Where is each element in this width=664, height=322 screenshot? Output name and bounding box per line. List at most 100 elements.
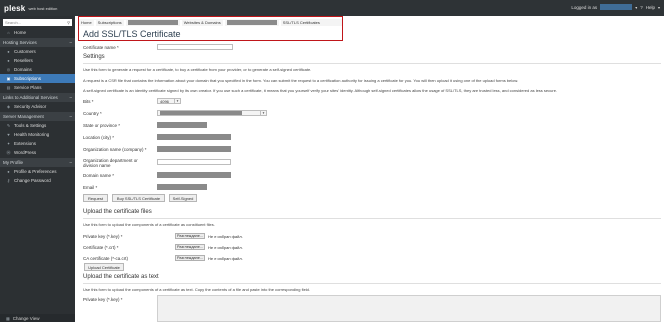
private-key-label: Private key (*.key) * — [83, 234, 123, 239]
breadcrumb-websites[interactable]: Websites & Domains — [184, 20, 221, 25]
private-key-textarea[interactable] — [157, 295, 661, 322]
breadcrumb-separator — [278, 19, 281, 26]
section-additional-services[interactable]: Links to Additional Services – — [0, 93, 75, 102]
breadcrumb-ssl[interactable]: SSL/TLS Certificates — [283, 20, 320, 25]
breadcrumb-separator — [222, 19, 225, 26]
sidebar-item-tools-settings[interactable]: ✎ Tools & Settings — [0, 121, 75, 130]
buy-certificate-button[interactable]: Buy SSL/TLS Certificate — [112, 194, 165, 202]
view-icon: ▦ — [6, 315, 10, 321]
search-input[interactable]: Search... ⚲ — [3, 19, 72, 26]
health-icon: ♥ — [7, 132, 10, 137]
sidebar-item-label: Profile & Preferences — [14, 169, 57, 174]
upload-files-para: Use this form to upload the components o… — [83, 222, 215, 227]
sidebar-item-label: WordPress — [14, 150, 37, 155]
search-placeholder: Search... — [5, 20, 22, 25]
sidebar-item-domains[interactable]: ◎ Domains — [0, 65, 75, 74]
breadcrumb-redacted[interactable] — [226, 20, 277, 25]
organization-input[interactable] — [157, 146, 231, 152]
email-input[interactable] — [157, 184, 207, 190]
help-icon[interactable]: ? — [640, 5, 643, 10]
help-link[interactable]: Help — [646, 5, 655, 10]
change-view-button[interactable]: ▦ Change View — [0, 314, 75, 322]
sidebar-item-security-advisor[interactable]: ◈ Security Advisor — [0, 102, 75, 111]
chevron-down-icon[interactable]: ▾ — [658, 5, 660, 10]
certificate-name-input[interactable] — [157, 44, 233, 50]
breadcrumb: Home Subscriptions Websites & Domains SS… — [79, 19, 342, 26]
breadcrumb-separator — [93, 19, 96, 26]
logged-in-label: Logged in as — [571, 4, 598, 10]
upload-files-title: Upload the certificate files — [83, 209, 152, 215]
settings-title: Settings — [83, 54, 105, 60]
home-icon: ⌂ — [7, 30, 10, 35]
breadcrumb-subscriptions[interactable]: Subscriptions — [98, 20, 122, 25]
location-input[interactable] — [157, 134, 231, 140]
breadcrumb-separator — [179, 19, 182, 26]
sidebar-item-label: Resellers — [14, 58, 33, 63]
section-my-profile[interactable]: My Profile – — [0, 158, 75, 167]
sidebar-item-wordpress[interactable]: Ⓦ WordPress — [0, 148, 75, 157]
settings-para-1: Use this form to generate a request for … — [83, 67, 312, 72]
breadcrumb-redacted[interactable] — [127, 20, 178, 25]
divider — [83, 283, 661, 284]
certificate-name-label: Certificate name * — [83, 45, 119, 50]
divider — [83, 218, 661, 219]
settings-para-2: A request is a CSR file that contains th… — [83, 78, 519, 83]
collapse-icon[interactable]: – — [69, 160, 72, 165]
sidebar-item-home[interactable]: ⌂ Home — [0, 28, 75, 37]
domain-name-input[interactable] — [157, 172, 231, 178]
sidebar-item-label: Home — [14, 30, 27, 35]
sidebar-item-change-password[interactable]: ⚷ Change Password — [0, 176, 75, 185]
profile-icon: ● — [7, 169, 10, 174]
ca-certificate-label: CA certificate (*-ca.crt) — [83, 256, 129, 261]
location-label: Location (city) * — [83, 135, 115, 140]
private-key-browse-button[interactable]: Разглеждане... — [175, 233, 205, 239]
username-redacted[interactable] — [600, 4, 633, 10]
request-button[interactable]: Request — [83, 194, 108, 202]
sidebar-item-label: Customers — [14, 49, 36, 54]
sidebar: Search... ⚲ ⌂ Home Hosting Services – ● Cus… — [0, 16, 75, 322]
upload-text-title: Upload the certificate as text — [83, 274, 159, 280]
collapse-icon[interactable]: – — [69, 40, 72, 45]
collapse-icon[interactable]: – — [69, 114, 72, 119]
certificate-browse-button[interactable]: Разглеждане... — [175, 244, 205, 250]
email-label: Email * — [83, 185, 98, 190]
certificate-file-status: Не е избран файл. — [208, 245, 243, 250]
sidebar-item-label: Extensions — [14, 141, 37, 146]
self-signed-button[interactable]: Self-Signed — [169, 194, 197, 202]
sidebar-item-subscriptions[interactable]: ▣ Subscriptions — [0, 74, 75, 83]
section-server-management[interactable]: Server Management – — [0, 112, 75, 121]
country-select[interactable]: ▾ — [157, 110, 267, 116]
sidebar-item-customers[interactable]: ● Customers — [0, 47, 75, 56]
settings-para-3: A self-signed certificate is an identity… — [83, 88, 558, 93]
chevron-down-icon[interactable]: ▾ — [635, 5, 637, 10]
plesk-logo: plesk — [4, 3, 26, 13]
sidebar-item-label: Tools & Settings — [14, 123, 47, 128]
shield-icon: ◈ — [6, 104, 11, 109]
sidebar-item-profile-preferences[interactable]: ● Profile & Preferences — [0, 167, 75, 176]
collapse-icon[interactable]: – — [69, 95, 72, 100]
extensions-icon: ✦ — [6, 141, 11, 146]
breadcrumb-separator — [123, 19, 126, 26]
private-key-file-status: Не е избран файл. — [208, 234, 243, 239]
state-input[interactable] — [157, 122, 207, 128]
bits-select[interactable]: 4096 ▾ — [157, 98, 181, 104]
bits-label: Bits * — [83, 99, 94, 104]
top-right-area: Logged in as ▾ ? Help ▾ — [571, 4, 660, 10]
edition-label: web host edition — [28, 5, 58, 11]
sidebar-item-extensions[interactable]: ✦ Extensions — [0, 139, 75, 148]
sidebar-item-health-monitoring[interactable]: ♥ Health Monitoring — [0, 130, 75, 139]
country-label: Country * — [83, 111, 102, 116]
divider — [83, 63, 661, 64]
country-redacted — [160, 111, 242, 115]
sidebar-item-service-plans[interactable]: ▤ Service Plans — [0, 83, 75, 92]
upload-certificate-button[interactable]: Upload Certificate — [84, 263, 124, 271]
section-hosting-services[interactable]: Hosting Services – — [0, 38, 75, 47]
breadcrumb-home[interactable]: Home — [81, 20, 92, 25]
wordpress-icon: Ⓦ — [6, 149, 11, 155]
sidebar-item-label: Health Monitoring — [14, 132, 50, 137]
ca-browse-button[interactable]: Разглеждане... — [175, 255, 205, 261]
search-icon[interactable]: ⚲ — [67, 20, 70, 25]
upload-text-para: Use this form to upload the components o… — [83, 287, 311, 292]
sidebar-item-resellers[interactable]: ● Resellers — [0, 56, 75, 65]
department-input[interactable] — [157, 159, 231, 165]
